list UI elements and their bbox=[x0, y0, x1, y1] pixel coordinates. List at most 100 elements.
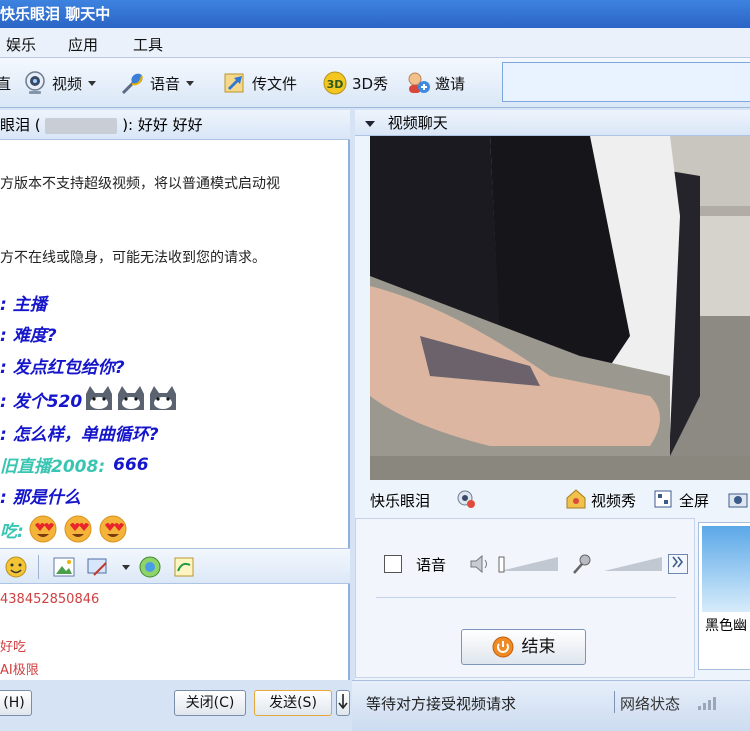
self-preview-thumbnail[interactable]: 黑色幽 bbox=[698, 522, 750, 670]
end-call-button[interactable]: 结束 bbox=[461, 629, 586, 665]
voice-label: 语音 bbox=[150, 74, 181, 93]
webcam-icon bbox=[25, 71, 45, 94]
video-show-button[interactable]: 视频秀 bbox=[591, 490, 636, 511]
3d-show-button[interactable]: 3D 3D秀 bbox=[322, 71, 388, 95]
voice-button[interactable]: 语音 bbox=[120, 71, 195, 95]
camera-settings-icon[interactable] bbox=[455, 488, 477, 510]
voice-checkbox-label: 语音 bbox=[416, 556, 447, 574]
input-toolbar bbox=[0, 548, 350, 584]
screenshot-icon[interactable] bbox=[86, 555, 110, 579]
fullscreen-button[interactable]: 全屏 bbox=[679, 490, 709, 511]
window-title: 快乐眼泪 聊天中 bbox=[0, 5, 111, 23]
fullscreen-icon bbox=[654, 490, 672, 508]
file-transfer-icon bbox=[224, 73, 244, 93]
volume-wedge-icon bbox=[604, 557, 662, 571]
close-button[interactable]: 关闭(C) bbox=[174, 690, 246, 716]
chat-contact-status: ): 好好 好好 bbox=[122, 116, 203, 134]
history-button[interactable]: (H) bbox=[0, 690, 32, 716]
chat-message: : 发个520 bbox=[0, 384, 180, 414]
chat-message: : 难度? bbox=[0, 321, 57, 346]
speaker-volume-slider[interactable] bbox=[498, 555, 560, 573]
status-bar: 等待对方接受视频请求 网络状态 bbox=[352, 680, 750, 731]
3d-show-icon: 3D bbox=[323, 71, 347, 95]
expand-panel-button[interactable] bbox=[668, 554, 688, 574]
chat-message: : 怎么样，单曲循环? bbox=[0, 420, 159, 445]
system-message: 方不在线或隐身，可能无法收到您的请求。 bbox=[0, 250, 266, 266]
toolbar-first-button[interactable]: 直 bbox=[0, 71, 11, 95]
chat-contact-name: 眼泪 ( bbox=[0, 116, 41, 134]
microphone-icon bbox=[121, 73, 143, 95]
chevron-down-icon[interactable] bbox=[88, 80, 97, 86]
double-chevron-right-icon bbox=[672, 556, 684, 568]
video-label: 视频 bbox=[52, 74, 83, 93]
speaker-icon[interactable] bbox=[468, 553, 492, 575]
message-text: : 那是什么 bbox=[0, 488, 81, 508]
scrawl-icon[interactable] bbox=[172, 555, 196, 579]
chat-message: 吃: bbox=[0, 514, 130, 544]
video-show-icon bbox=[566, 489, 586, 509]
chat-pane: 眼泪 ( ): 好好 好好 方版本不支持超级视频，将以普通模式启动视 方不在线或… bbox=[0, 110, 350, 680]
message-text: : 发个520 bbox=[0, 391, 83, 412]
collapse-arrow-icon[interactable] bbox=[365, 120, 375, 127]
power-icon bbox=[492, 636, 513, 658]
menu-entertainment[interactable]: 娱乐 bbox=[6, 34, 36, 55]
menu-apps[interactable]: 应用 bbox=[68, 34, 98, 55]
magic-expression-icon[interactable] bbox=[138, 555, 162, 579]
audio-control-panel: 语音 结束 bbox=[355, 518, 695, 678]
video-frame-image bbox=[370, 136, 750, 480]
message-text: : 主播 bbox=[0, 295, 47, 315]
invite-user-icon bbox=[408, 72, 430, 93]
send-file-button[interactable]: 传文件 bbox=[222, 71, 297, 95]
invite-button[interactable]: 邀请 bbox=[405, 71, 465, 95]
title-bar[interactable]: 快乐眼泪 聊天中 bbox=[0, 0, 750, 28]
mic-volume-slider[interactable] bbox=[602, 555, 664, 573]
network-status-label: 网络状态 bbox=[620, 695, 681, 713]
system-message: 方版本不支持超级视频，将以普通模式启动视 bbox=[0, 176, 280, 192]
toolbar-first-label: 直 bbox=[0, 74, 12, 93]
video-chat-pane: 视频聊天 快乐眼泪 视频秀 全屏 语音 结束 黑色幽 bbox=[355, 110, 750, 680]
video-button[interactable]: 视频 bbox=[22, 71, 97, 95]
cat-emoji-icon bbox=[86, 386, 177, 410]
video-panel-header[interactable]: 视频聊天 bbox=[355, 110, 750, 136]
chat-message: 旧直播2008: 666 bbox=[0, 452, 149, 478]
divider bbox=[614, 691, 615, 713]
voice-checkbox[interactable] bbox=[384, 555, 402, 573]
chat-message: : 主播 bbox=[0, 290, 47, 315]
3d-show-label: 3D秀 bbox=[352, 74, 389, 93]
status-waiting-text: 等待对方接受视频请求 bbox=[366, 695, 517, 713]
thumbnail-label: 黑色幽 bbox=[705, 618, 747, 634]
chat-window: 快乐眼泪 聊天中 娱乐 应用 工具 直 视频 语音 传文件 3D 3D秀 邀请 … bbox=[0, 0, 750, 731]
message-text: : 怎么样，单曲循环? bbox=[0, 425, 159, 445]
bottom-button-bar: (H) 关闭(C) 发送(S) bbox=[0, 680, 352, 731]
divider bbox=[376, 597, 676, 598]
camera-icon[interactable] bbox=[727, 489, 749, 509]
svg-text:3D: 3D bbox=[327, 78, 344, 91]
menu-tools[interactable]: 工具 bbox=[133, 34, 163, 55]
end-call-label: 结束 bbox=[521, 637, 556, 657]
emoji-icon[interactable] bbox=[4, 555, 28, 579]
chat-header: 眼泪 ( ): 好好 好好 bbox=[0, 110, 350, 140]
menu-bar: 娱乐 应用 工具 bbox=[0, 28, 750, 58]
message-sender: 吃: bbox=[0, 521, 24, 542]
input-text-line[interactable]: 438452850846 bbox=[0, 592, 99, 607]
message-text: : 难度? bbox=[0, 326, 57, 346]
send-options-button[interactable] bbox=[336, 690, 350, 716]
chat-message: : 那是什么 bbox=[0, 483, 81, 508]
send-button[interactable]: 发送(S) bbox=[254, 690, 332, 716]
input-text-line[interactable]: AI极限 bbox=[0, 659, 39, 678]
chevron-down-icon[interactable] bbox=[122, 565, 130, 570]
chevron-down-icon[interactable] bbox=[186, 80, 195, 86]
microphone-icon[interactable] bbox=[570, 553, 594, 575]
video-contact-name: 快乐眼泪 bbox=[370, 492, 431, 510]
message-text: 666 bbox=[113, 454, 149, 475]
thumbnail-image bbox=[702, 526, 750, 612]
input-text-line[interactable]: 好吃 bbox=[0, 636, 26, 655]
image-icon[interactable] bbox=[52, 555, 76, 579]
video-feed[interactable] bbox=[370, 136, 750, 480]
arrow-down-icon bbox=[338, 694, 348, 710]
signal-strength-icon bbox=[698, 697, 716, 710]
toolbar-search-box[interactable] bbox=[502, 62, 750, 102]
send-file-label: 传文件 bbox=[252, 74, 298, 93]
heart-eyes-emoji-icon bbox=[29, 515, 127, 543]
invite-label: 邀请 bbox=[435, 74, 466, 93]
